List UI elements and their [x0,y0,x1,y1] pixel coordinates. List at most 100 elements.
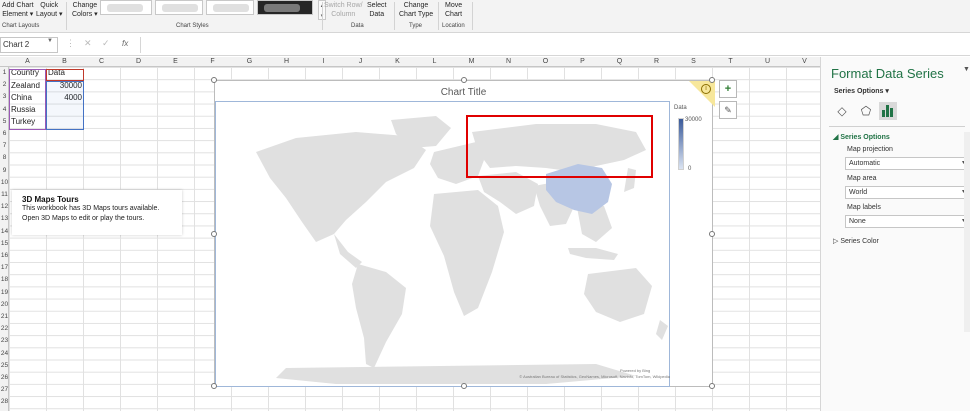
switch-row-column-label-2: Column [331,11,356,18]
quick-layout-button[interactable]: Quick Layout ▾ [36,1,62,19]
series-options-section[interactable]: ◢ Series Options [833,133,890,141]
effects-tab-icon[interactable]: ⬠ [857,102,875,120]
column-header[interactable]: L [416,58,453,65]
column-header[interactable]: E [157,58,194,65]
column-header[interactable]: V [786,58,820,65]
row-header[interactable]: 3 [0,93,9,100]
change-colors-button[interactable]: Change Colors ▾ [72,1,98,19]
change-chart-type-button[interactable]: Change Chart Type [399,1,433,19]
column-header[interactable]: U [749,58,786,65]
row-header[interactable]: 1 [0,69,9,76]
row-header[interactable]: 11 [0,191,9,198]
move-chart-button[interactable]: Move Chart [445,1,462,19]
insert-function-icon[interactable]: fx [122,39,128,48]
column-header[interactable]: I [305,58,342,65]
enter-icon[interactable]: ✓ [102,38,110,49]
pane-scrollbar[interactable] [964,132,970,332]
legend-min-label: 0 [688,166,692,172]
chart-title[interactable]: Chart Title [215,87,712,98]
column-header[interactable]: G [231,58,268,65]
row-header[interactable]: 17 [0,264,9,271]
resize-handle-left[interactable] [211,231,217,237]
map-area-select[interactable]: World▾ [845,186,968,199]
series-options-dropdown[interactable]: Series Options ▾ [834,87,889,95]
row-header[interactable]: 9 [0,167,9,174]
row-header[interactable]: 22 [0,325,9,332]
south-america [352,264,406,368]
column-header[interactable]: O [527,58,564,65]
chart-style-4[interactable] [257,0,313,15]
column-header[interactable]: S [675,58,712,65]
row-header[interactable]: 25 [0,362,9,369]
row-header[interactable]: 20 [0,301,9,308]
name-box-dropdown-icon[interactable]: ▼ [47,38,53,44]
series-color-section[interactable]: ▷ Series Color [833,237,879,245]
row-header[interactable]: 19 [0,289,9,296]
resize-handle-top[interactable] [461,77,467,83]
add-chart-element-button[interactable]: Add Chart Element ▾ [2,1,34,19]
column-header[interactable]: Q [601,58,638,65]
row-header[interactable]: 7 [0,142,9,149]
column-header[interactable]: H [268,58,305,65]
cancel-icon[interactable]: ✕ [84,38,92,49]
legend-title: Data [674,105,687,111]
row-header[interactable]: 15 [0,240,9,247]
row-header[interactable]: 18 [0,276,9,283]
switch-row-column-button[interactable]: Switch Row/ Column [324,1,363,19]
series-options-tab-icon[interactable] [879,102,897,120]
column-header[interactable]: C [83,58,120,65]
row-header[interactable]: 4 [0,106,9,113]
column-header[interactable]: J [342,58,379,65]
column-header[interactable]: A [9,58,46,65]
resize-handle-right[interactable] [709,231,715,237]
column-header[interactable]: F [194,58,231,65]
pane-options-icon[interactable]: ▼ [963,66,970,73]
row-header[interactable]: 10 [0,179,9,186]
row-header[interactable]: 14 [0,228,9,235]
chart-style-2[interactable] [155,0,203,15]
fill-line-tab-icon[interactable]: ◇ [833,102,851,120]
row-header[interactable]: 13 [0,215,9,222]
change-chart-type-label-1: Change [403,2,429,9]
map-projection-select[interactable]: Automatic▾ [845,157,968,170]
ribbon-separator [394,2,395,30]
column-header[interactable]: K [379,58,416,65]
resize-handle-bottom-left[interactable] [211,383,217,389]
chart-style-3[interactable] [206,0,254,15]
info-icon[interactable]: i [701,84,711,94]
column-header[interactable]: M [453,58,490,65]
row-header[interactable]: 8 [0,154,9,161]
row-header[interactable]: 5 [0,118,9,125]
map-labels-select[interactable]: None▾ [845,215,968,228]
row-header[interactable]: 2 [0,81,9,88]
column-header[interactable]: P [564,58,601,65]
row-header[interactable]: 23 [0,337,9,344]
column-header[interactable]: B [46,58,83,65]
row-header[interactable]: 28 [0,398,9,405]
row-header[interactable]: 16 [0,252,9,259]
row-header[interactable]: 6 [0,130,9,137]
pane-divider [829,126,965,127]
formula-input[interactable] [140,37,970,53]
column-header[interactable]: N [490,58,527,65]
row-header[interactable]: 26 [0,374,9,381]
row-header[interactable]: 24 [0,350,9,357]
resize-handle-top-right[interactable] [709,77,715,83]
add-chart-element-label-1: Add Chart [2,2,34,9]
resize-handle-bottom[interactable] [461,383,467,389]
row-header[interactable]: 27 [0,386,9,393]
column-header[interactable]: T [712,58,749,65]
series-name-highlight [46,69,84,81]
resize-handle-bottom-right[interactable] [709,383,715,389]
highlight-annotation-box [466,115,653,178]
column-header[interactable]: R [638,58,675,65]
row-header[interactable]: 12 [0,203,9,210]
column-header[interactable]: D [120,58,157,65]
chart-elements-button[interactable]: + [719,80,737,98]
chart-styles-brush-button[interactable]: ✎ [719,101,737,119]
row-header[interactable]: 21 [0,313,9,320]
map-chart[interactable]: Chart Title Data 30000 0 Powered by Bing… [211,77,715,389]
select-data-button[interactable]: Select Data [367,1,386,19]
chart-style-1[interactable] [100,0,152,15]
resize-handle-top-left[interactable] [211,77,217,83]
